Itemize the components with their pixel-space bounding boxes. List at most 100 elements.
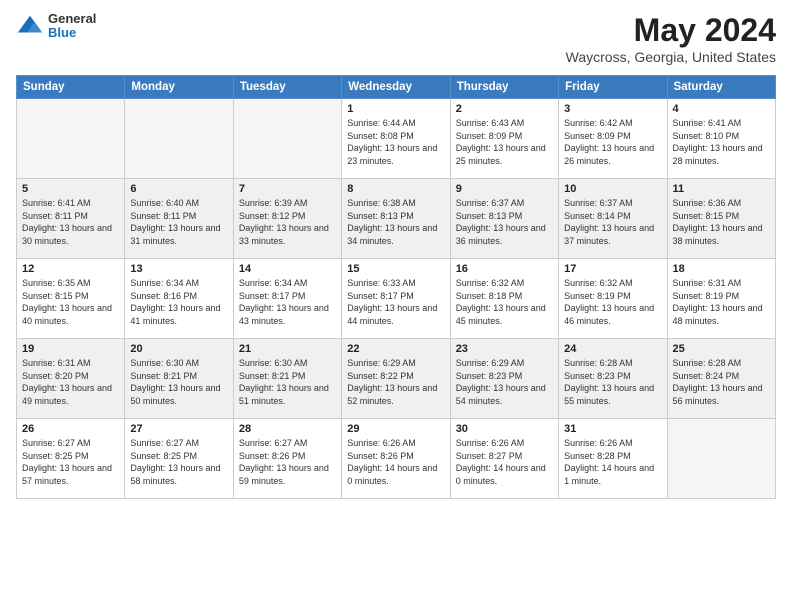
- calendar-cell: 3Sunrise: 6:42 AM Sunset: 8:09 PM Daylig…: [559, 99, 667, 179]
- calendar-cell: 27 Sunrise: 6:27 AM Sunset: 8:25 PM Dayli…: [125, 419, 233, 499]
- th-monday: Monday: [125, 76, 233, 99]
- calendar-cell: 23 Sunrise: 6:29 AM Sunset: 8:23 PM Dayli…: [450, 339, 558, 419]
- th-tuesday: Tuesday: [233, 76, 341, 99]
- day-number: 24: [564, 343, 661, 355]
- th-thursday: Thursday: [450, 76, 558, 99]
- calendar-week-4: 19Sunrise: 6:31 AM Sunset: 8:20 PM Dayli…: [17, 339, 776, 419]
- day-number: 21: [239, 343, 336, 355]
- day-info: Sunrise: 6:32 AM Sunset: 8:19 PM Dayligh…: [564, 277, 661, 327]
- calendar-cell: 11 Sunrise: 6:36 AM Sunset: 8:15 PM Dayli…: [667, 179, 775, 259]
- day-number: 17: [564, 263, 661, 275]
- th-saturday: Saturday: [667, 76, 775, 99]
- day-info: Sunrise: 6:30 AM Sunset: 8:21 PM Dayligh…: [239, 357, 336, 407]
- day-info: Sunrise: 6:28 AM Sunset: 8:24 PM Dayligh…: [673, 357, 770, 407]
- calendar-cell: [667, 419, 775, 499]
- day-info: Sunrise: 6:27 AM Sunset: 8:25 PM Dayligh…: [130, 437, 227, 487]
- day-info: Sunrise: 6:36 AM Sunset: 8:15 PM Dayligh…: [673, 197, 770, 247]
- calendar-cell: 15 Sunrise: 6:33 AM Sunset: 8:17 PM Dayli…: [342, 259, 450, 339]
- calendar-cell: 21 Sunrise: 6:30 AM Sunset: 8:21 PM Dayli…: [233, 339, 341, 419]
- day-number: 20: [130, 343, 227, 355]
- day-info: Sunrise: 6:26 AM Sunset: 8:28 PM Dayligh…: [564, 437, 661, 487]
- calendar-week-5: 26 Sunrise: 6:27 AM Sunset: 8:25 PM Dayli…: [17, 419, 776, 499]
- calendar-cell: 12Sunrise: 6:35 AM Sunset: 8:15 PM Dayli…: [17, 259, 125, 339]
- day-number: 2: [456, 103, 553, 115]
- day-info: Sunrise: 6:26 AM Sunset: 8:26 PM Dayligh…: [347, 437, 444, 487]
- day-info: Sunrise: 6:28 AM Sunset: 8:23 PM Dayligh…: [564, 357, 661, 407]
- day-info: Sunrise: 6:30 AM Sunset: 8:21 PM Dayligh…: [130, 357, 227, 407]
- logo: General Blue: [16, 12, 96, 41]
- calendar-cell: 4Sunrise: 6:41 AM Sunset: 8:10 PM Daylig…: [667, 99, 775, 179]
- day-number: 1: [347, 103, 444, 115]
- day-number: 16: [456, 263, 553, 275]
- calendar-cell: 6 Sunrise: 6:40 AM Sunset: 8:11 PM Daylig…: [125, 179, 233, 259]
- day-info: Sunrise: 6:37 AM Sunset: 8:14 PM Dayligh…: [564, 197, 661, 247]
- day-number: 25: [673, 343, 770, 355]
- th-wednesday: Wednesday: [342, 76, 450, 99]
- day-info: Sunrise: 6:27 AM Sunset: 8:25 PM Dayligh…: [22, 437, 119, 487]
- day-number: 29: [347, 423, 444, 435]
- calendar-cell: 22Sunrise: 6:29 AM Sunset: 8:22 PM Dayli…: [342, 339, 450, 419]
- calendar-cell: 16 Sunrise: 6:32 AM Sunset: 8:18 PM Dayli…: [450, 259, 558, 339]
- day-info: Sunrise: 6:32 AM Sunset: 8:18 PM Dayligh…: [456, 277, 553, 327]
- day-info: Sunrise: 6:42 AM Sunset: 8:09 PM Dayligh…: [564, 117, 661, 167]
- day-info: Sunrise: 6:34 AM Sunset: 8:17 PM Dayligh…: [239, 277, 336, 327]
- day-number: 27: [130, 423, 227, 435]
- calendar-cell: [125, 99, 233, 179]
- th-sunday: Sunday: [17, 76, 125, 99]
- day-number: 7: [239, 183, 336, 195]
- day-number: 8: [347, 183, 444, 195]
- calendar-cell: 29 Sunrise: 6:26 AM Sunset: 8:26 PM Dayli…: [342, 419, 450, 499]
- day-number: 26: [22, 423, 119, 435]
- calendar-week-1: 1Sunrise: 6:44 AM Sunset: 8:08 PM Daylig…: [17, 99, 776, 179]
- logo-icon: [16, 12, 44, 40]
- day-info: Sunrise: 6:29 AM Sunset: 8:23 PM Dayligh…: [456, 357, 553, 407]
- calendar-cell: 2Sunrise: 6:43 AM Sunset: 8:09 PM Daylig…: [450, 99, 558, 179]
- calendar-cell: [17, 99, 125, 179]
- logo-blue-label: Blue: [48, 26, 96, 40]
- day-info: Sunrise: 6:34 AM Sunset: 8:16 PM Dayligh…: [130, 277, 227, 327]
- calendar-cell: 10 Sunrise: 6:37 AM Sunset: 8:14 PM Dayli…: [559, 179, 667, 259]
- day-number: 6: [130, 183, 227, 195]
- page: General Blue May 2024 Waycross, Georgia,…: [0, 0, 792, 612]
- calendar-cell: 1Sunrise: 6:44 AM Sunset: 8:08 PM Daylig…: [342, 99, 450, 179]
- day-info: Sunrise: 6:31 AM Sunset: 8:19 PM Dayligh…: [673, 277, 770, 327]
- day-number: 15: [347, 263, 444, 275]
- logo-general-label: General: [48, 12, 96, 26]
- calendar-cell: 30Sunrise: 6:26 AM Sunset: 8:27 PM Dayli…: [450, 419, 558, 499]
- calendar-cell: 17 Sunrise: 6:32 AM Sunset: 8:19 PM Dayli…: [559, 259, 667, 339]
- calendar-cell: 9 Sunrise: 6:37 AM Sunset: 8:13 PM Daylig…: [450, 179, 558, 259]
- calendar-week-3: 12Sunrise: 6:35 AM Sunset: 8:15 PM Dayli…: [17, 259, 776, 339]
- calendar-cell: 14Sunrise: 6:34 AM Sunset: 8:17 PM Dayli…: [233, 259, 341, 339]
- day-number: 9: [456, 183, 553, 195]
- day-number: 5: [22, 183, 119, 195]
- day-info: Sunrise: 6:33 AM Sunset: 8:17 PM Dayligh…: [347, 277, 444, 327]
- day-info: Sunrise: 6:40 AM Sunset: 8:11 PM Dayligh…: [130, 197, 227, 247]
- subtitle: Waycross, Georgia, United States: [566, 49, 776, 65]
- day-info: Sunrise: 6:31 AM Sunset: 8:20 PM Dayligh…: [22, 357, 119, 407]
- logo-text: General Blue: [48, 12, 96, 41]
- day-number: 23: [456, 343, 553, 355]
- calendar-cell: 31 Sunrise: 6:26 AM Sunset: 8:28 PM Dayli…: [559, 419, 667, 499]
- calendar-cell: 20 Sunrise: 6:30 AM Sunset: 8:21 PM Dayli…: [125, 339, 233, 419]
- day-number: 4: [673, 103, 770, 115]
- title-block: May 2024 Waycross, Georgia, United State…: [566, 12, 776, 65]
- main-title: May 2024: [566, 12, 776, 49]
- calendar-cell: 24 Sunrise: 6:28 AM Sunset: 8:23 PM Dayli…: [559, 339, 667, 419]
- day-number: 11: [673, 183, 770, 195]
- calendar-cell: 8 Sunrise: 6:38 AM Sunset: 8:13 PM Daylig…: [342, 179, 450, 259]
- day-number: 13: [130, 263, 227, 275]
- day-info: Sunrise: 6:39 AM Sunset: 8:12 PM Dayligh…: [239, 197, 336, 247]
- day-info: Sunrise: 6:37 AM Sunset: 8:13 PM Dayligh…: [456, 197, 553, 247]
- day-info: Sunrise: 6:38 AM Sunset: 8:13 PM Dayligh…: [347, 197, 444, 247]
- day-number: 12: [22, 263, 119, 275]
- calendar-cell: 7 Sunrise: 6:39 AM Sunset: 8:12 PM Daylig…: [233, 179, 341, 259]
- day-number: 28: [239, 423, 336, 435]
- th-friday: Friday: [559, 76, 667, 99]
- day-number: 31: [564, 423, 661, 435]
- day-number: 22: [347, 343, 444, 355]
- calendar-cell: [233, 99, 341, 179]
- day-number: 10: [564, 183, 661, 195]
- calendar-cell: 19Sunrise: 6:31 AM Sunset: 8:20 PM Dayli…: [17, 339, 125, 419]
- calendar-cell: 18Sunrise: 6:31 AM Sunset: 8:19 PM Dayli…: [667, 259, 775, 339]
- day-number: 30: [456, 423, 553, 435]
